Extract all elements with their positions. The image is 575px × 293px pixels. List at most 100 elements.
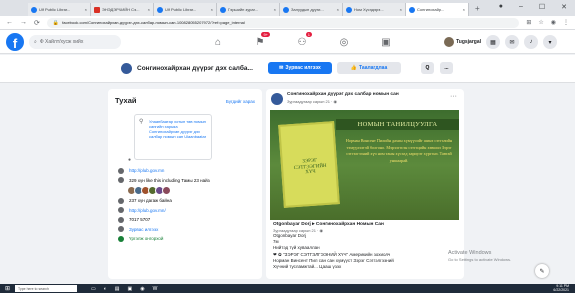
facebook-favicon-icon (409, 6, 415, 13)
info-row[interactable]: http://plub.gov.mn/ (118, 206, 258, 216)
watch-icon[interactable]: ◎ (323, 30, 365, 54)
account-icon[interactable]: ● (499, 3, 503, 11)
tab-close-icon[interactable]: × (400, 7, 402, 12)
maximize-button[interactable]: ☐ (539, 3, 545, 11)
page-avatar[interactable] (121, 63, 132, 74)
browser-tab[interactable]: ЭНЭДЭРЧИЙН Сэ... × (91, 3, 154, 16)
tab-close-icon[interactable]: × (211, 7, 213, 12)
task-view-icon[interactable]: ▭ (91, 286, 96, 292)
extension-icon[interactable]: ⊞ (526, 19, 531, 26)
close-window-button[interactable]: ✕ (561, 3, 567, 11)
taskbar-clock: 9:11 PM 6/22/2021 (553, 284, 569, 292)
word-icon[interactable]: W (153, 286, 158, 292)
tab-close-icon[interactable]: × (274, 7, 276, 12)
forward-arrow-icon[interactable]: → (20, 19, 27, 26)
tab-label: Ном Хүсэдэрэ... (354, 7, 384, 12)
store-icon[interactable]: ▣ (128, 286, 133, 292)
browser-tab[interactable]: Ulf Public Librar... × (154, 3, 217, 16)
info-list: http://plub.gov.mn 329 хүн like this incl… (118, 166, 258, 244)
windows-start-icon[interactable]: ⊞ (5, 285, 10, 292)
taskbar-search[interactable]: Type here to search (15, 285, 78, 292)
folder-icon[interactable]: ▤ (115, 286, 120, 292)
groups-badge: 1 (305, 32, 312, 37)
info-row: 329 хүн like this including Тамы 23 найз (118, 176, 258, 186)
post-page-avatar[interactable] (271, 93, 283, 105)
home-icon[interactable]: ⌂ (197, 30, 239, 54)
taskbar-apps: ▭ ◐ ▤ ▣ ◉ W (91, 286, 157, 292)
tab-label: Сонгинохайр... (417, 7, 445, 12)
apps-grid-icon[interactable]: ▦ (486, 35, 500, 49)
groups-icon[interactable]: ⚇ 1 (281, 30, 323, 54)
browser-tab[interactable]: Ном Хүсэдэрэ... × (343, 3, 406, 16)
post-body: Otgonbayar Dorj ▸ Сонгинохайрхан Номын С… (273, 222, 459, 270)
chrome-icon[interactable]: ◉ (140, 286, 144, 292)
edge-icon[interactable]: ◐ (104, 286, 107, 292)
info-row-icon (118, 167, 124, 174)
send-message-label: Зурвас илгээх (285, 65, 321, 71)
search-icon: ⌕ (34, 38, 37, 45)
post-image[interactable]: НОМЫН ТАНИЛЦУУЛГА ЗЭРЭГ СЭТГЭЭГИЙН ХҮЧ Н… (270, 110, 459, 220)
browser-tab[interactable]: Гэршийн зураг... × (217, 3, 280, 16)
browser-tab[interactable]: Ulf Public Librar... × (28, 3, 91, 16)
info-row[interactable]: http://plub.gov.mn (118, 166, 258, 176)
avatar (444, 37, 455, 47)
info-row-text: Үргэлж онгорхой (129, 236, 164, 242)
tab-label: Ulf Public Librar... (165, 7, 197, 12)
facebook-top-bar: f ⌕ Ф Хайлт/хусж хийх ⌂ ⚑ 9+ ⚇ 1 ◎ ▣ Tugsj… (0, 30, 575, 54)
send-message-button[interactable]: ✉ Зурвас илгээх (268, 62, 332, 74)
post-more-icon[interactable]: ··· (450, 93, 457, 100)
tab-close-icon[interactable]: × (337, 7, 339, 12)
page-search-button[interactable]: Q (421, 62, 434, 74)
page-more-button[interactable]: ... (440, 62, 453, 74)
map-pin-icon: ⚲ (139, 119, 144, 125)
info-toggle-icon[interactable]: ● (128, 157, 131, 163)
facebook-search-input[interactable]: ⌕ Ф Хайлт/хусж хийх (29, 34, 121, 49)
page-header: Сонгинохайрхан дүүрэг дэх салба... ✉ Зур… (0, 55, 575, 83)
tab-close-icon[interactable]: × (463, 7, 465, 12)
minimize-button[interactable]: – (519, 3, 523, 11)
like-page-button[interactable]: 👍 Таалагдлаа (337, 62, 401, 74)
account-dropdown-icon[interactable]: ▾ (543, 35, 557, 49)
browser-tab-strip: Ulf Public Librar... × ЭНЭДЭРЧИЙН Сэ... × Ul… (0, 0, 575, 16)
reload-icon[interactable]: ⟳ (34, 19, 40, 27)
profile-chip[interactable]: Tugsjargal (444, 37, 481, 47)
activate-sub: Go to Settings to activate Windows. (448, 256, 512, 262)
tab-close-icon[interactable]: × (148, 7, 150, 12)
url-field[interactable]: 🔒 facebook.com/Сонгинохайрхан-дүүрэг-дэх… (46, 17, 520, 28)
facebook-favicon-icon (346, 6, 352, 13)
info-row[interactable]: Үргэлж онгорхой (118, 234, 258, 244)
gaming-icon[interactable]: ▣ (365, 30, 407, 54)
info-row-text: 329 хүн like this including Тамы 23 найз (129, 177, 210, 183)
star-icon[interactable]: ☆ (538, 19, 543, 26)
new-message-button[interactable]: ✎ (535, 264, 549, 278)
address-box[interactable]: ⚲ Улаанбаатар хотын төв номын сангийн ха… (134, 114, 212, 160)
messenger-icon[interactable]: ✉ (505, 35, 519, 49)
book-title: ЗЭРЭГ СЭТГЭЭГИЙН ХҮЧ (293, 158, 327, 176)
pages-flag-icon[interactable]: ⚑ 9+ (239, 30, 281, 54)
clock-date: 6/22/2021 (553, 287, 569, 292)
friend-avatars[interactable] (127, 185, 258, 196)
facebook-favicon-icon (157, 6, 163, 13)
new-tab-button[interactable]: + (475, 4, 480, 13)
info-row[interactable]: Зурвас илгээх (118, 225, 258, 235)
info-row-icon (118, 235, 124, 242)
lock-icon: 🔒 (52, 19, 60, 26)
back-arrow-icon[interactable]: ← (6, 19, 13, 26)
search-placeholder: Ф Хайлт/хусж хийх (39, 38, 84, 45)
post-text-line: Хүчний тусламжтай... Цааш үзэх (273, 264, 342, 270)
site-favicon-icon (94, 6, 100, 13)
browser-tab[interactable]: Залуудын дууги... × (280, 3, 343, 16)
post-page-name[interactable]: Сонгинохайрхан дүүрэг дэх салбар номын с… (287, 92, 447, 97)
info-row-text: 237 хүн дагаж байна (129, 198, 172, 204)
info-row-text: http://plub.gov.mn/ (129, 207, 166, 213)
menu-dots-icon[interactable]: ⋮ (563, 19, 569, 26)
notifications-bell-icon[interactable]: ♪ (524, 35, 538, 49)
profile-icon[interactable]: ◉ (551, 19, 556, 26)
facebook-logo-icon[interactable]: f (6, 32, 24, 51)
see-all-link[interactable]: Бүгдийг харах (226, 99, 255, 104)
info-row-text: http://plub.gov.mn (129, 168, 165, 174)
tab-close-icon[interactable]: × (85, 7, 87, 12)
info-row: 237 хүн дагаж байна (118, 196, 258, 206)
post-author[interactable]: Otgonbayar Dorj ▸ Сонгинохайрхан Номын С… (273, 222, 459, 227)
browser-tab[interactable]: Сонгинохайр... × (406, 3, 469, 16)
